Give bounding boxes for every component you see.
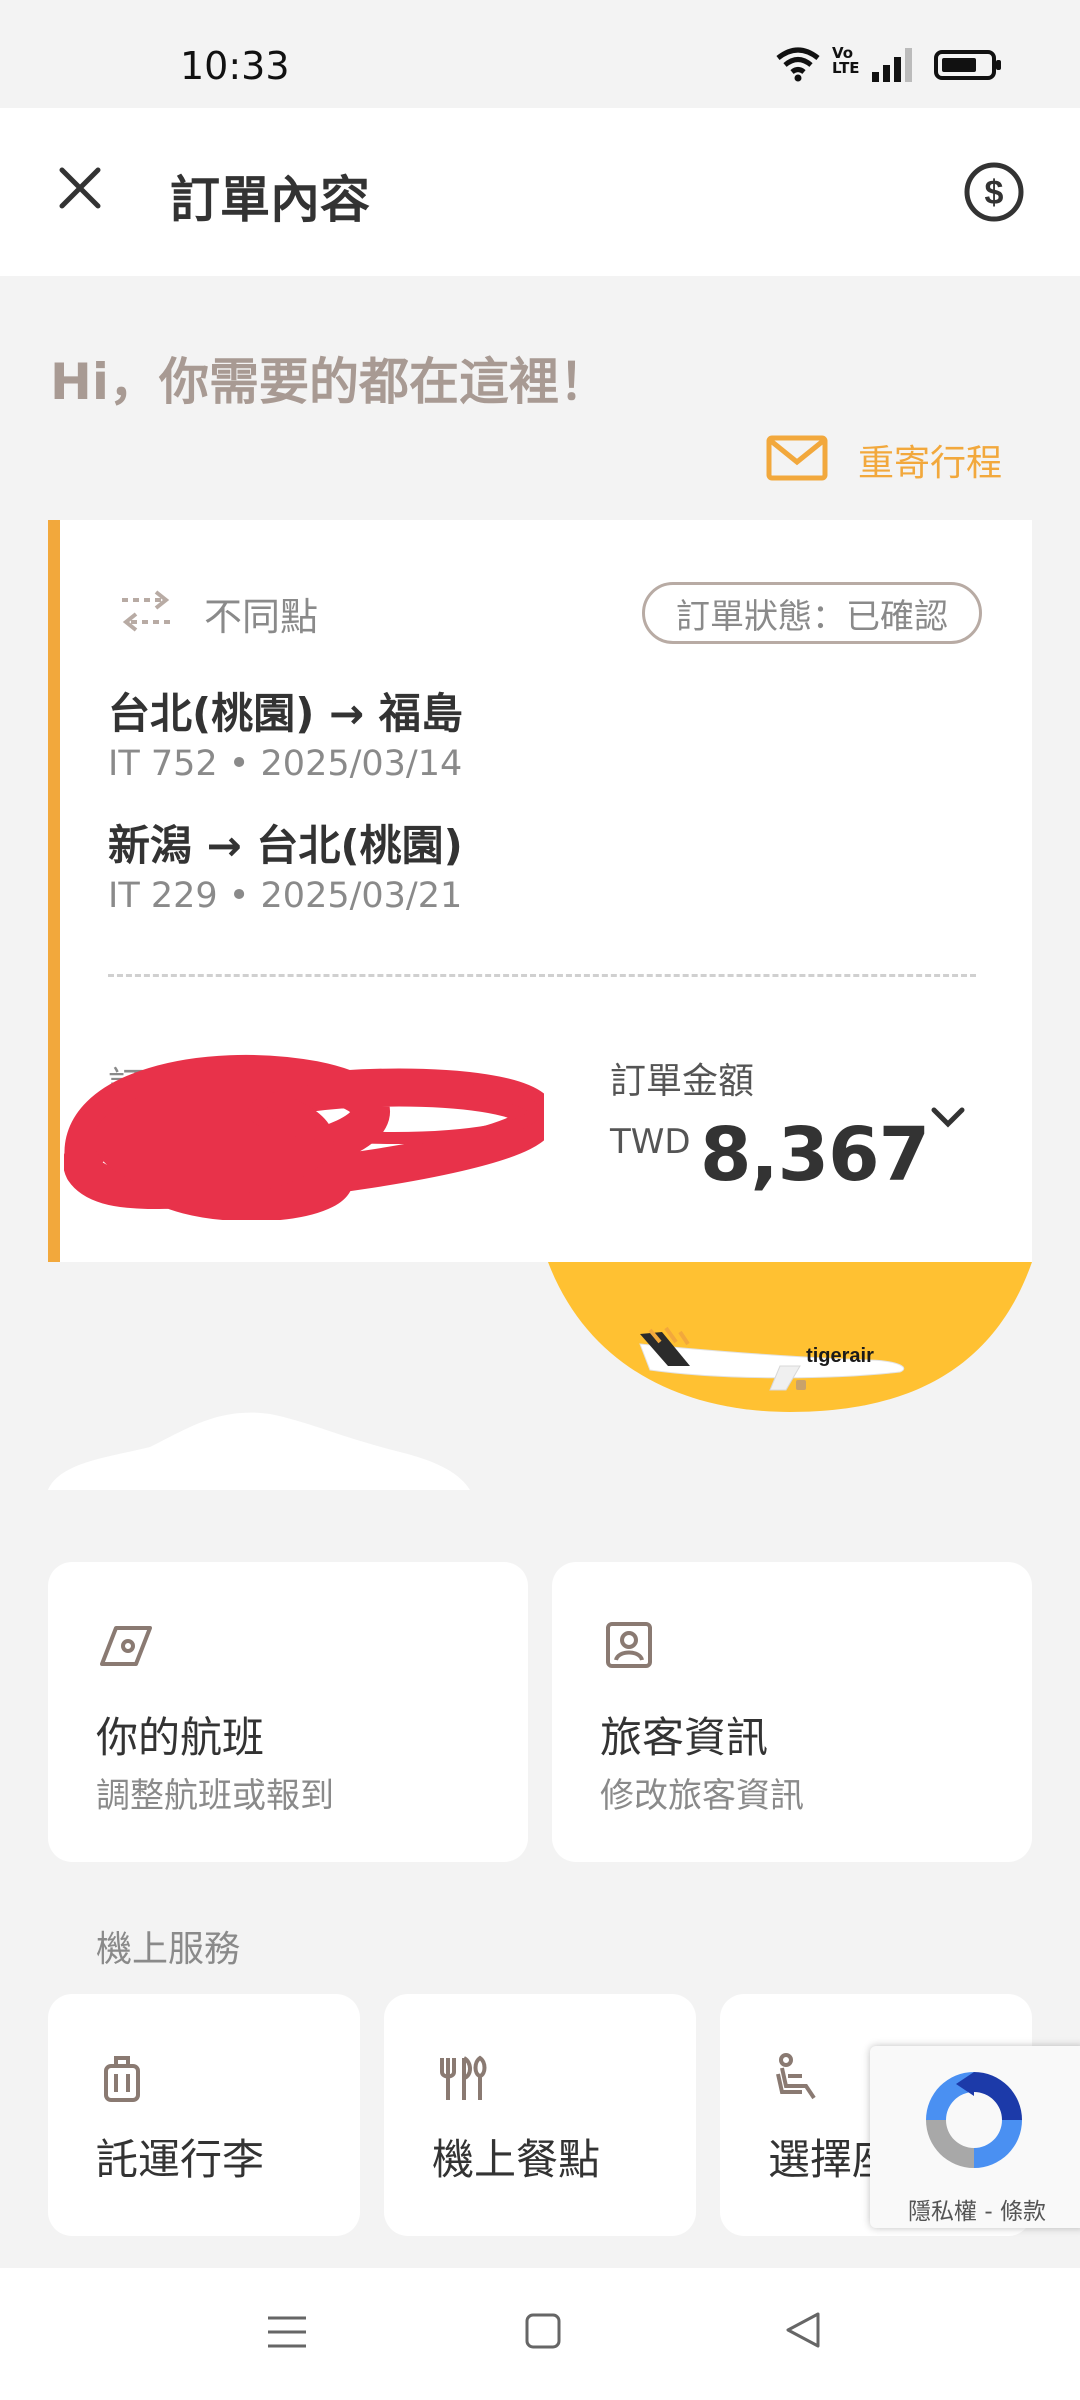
- cutlery-icon: [436, 2054, 488, 2106]
- trip-type-label: 不同點: [204, 595, 319, 639]
- volte-icon: Vo LTE: [832, 44, 860, 77]
- close-icon[interactable]: [56, 164, 104, 216]
- home-icon[interactable]: [524, 2312, 562, 2354]
- order-status-badge: 訂單狀態：已確認: [642, 582, 982, 644]
- tile-title: 機上餐點: [432, 2135, 601, 2184]
- ticket-icon: [98, 1622, 154, 1674]
- signal-icon: [872, 48, 920, 86]
- wifi-icon: [774, 46, 822, 86]
- currency-code: TWD: [610, 1122, 691, 1162]
- tile-subtitle: 修改旅客資訊: [600, 1776, 804, 1816]
- luggage-icon: [102, 2054, 142, 2108]
- tile-inflight-meal[interactable]: 機上餐點: [384, 1994, 696, 2236]
- system-nav-bar: [0, 2268, 1080, 2400]
- greeting-heading: Hi，你需要的都在這裡！: [50, 353, 609, 411]
- sun-plane-illustration: tigerair: [0, 1262, 1080, 1502]
- swap-arrows-icon: [118, 586, 174, 638]
- battery-icon: [934, 50, 1004, 84]
- resend-label: 重寄行程: [858, 443, 1003, 484]
- recaptcha-icon: [926, 2072, 1022, 2168]
- section-label-onboard: 機上服務: [96, 1929, 241, 1970]
- recaptcha-links[interactable]: 隱私權 - 條款: [870, 2192, 1080, 2226]
- order-amount: 8,367: [700, 1112, 930, 1198]
- mail-icon: [766, 435, 828, 485]
- tile-title: 旅客資訊: [600, 1713, 769, 1762]
- seat-icon: [772, 2052, 824, 2106]
- app-bar: [0, 108, 1080, 276]
- tile-your-flight[interactable]: 你的航班 調整航班或報到: [48, 1562, 528, 1862]
- flight-info-return: IT 229 • 2025/03/21: [108, 876, 463, 916]
- flight-info-outbound: IT 752 • 2025/03/14: [108, 744, 463, 784]
- passenger-icon: [604, 1620, 654, 1674]
- status-time: 10:33: [180, 44, 290, 88]
- svg-text:tigerair: tigerair: [806, 1345, 874, 1367]
- menu-icon[interactable]: [266, 2312, 308, 2356]
- back-icon[interactable]: [782, 2310, 822, 2354]
- flight-route-outbound: 台北(桃園) → 福島: [108, 689, 463, 738]
- card-divider: [108, 974, 976, 977]
- tile-title: 託運行李: [96, 2135, 265, 2184]
- page-title: 訂單內容: [170, 171, 370, 229]
- tile-title: 你的航班: [96, 1713, 265, 1762]
- flight-route-return: 新潟 → 台北(桃園): [108, 821, 463, 870]
- order-amount-label: 訂單金額: [610, 1061, 755, 1102]
- tile-checked-baggage[interactable]: 託運行李: [48, 1994, 360, 2236]
- redaction-scribble: [63, 1030, 557, 1224]
- chevron-down-icon[interactable]: [926, 1096, 970, 1144]
- tile-subtitle: 調整航班或報到: [96, 1776, 334, 1816]
- resend-itinerary-button[interactable]: 重寄行程: [766, 432, 1002, 488]
- currency-icon[interactable]: $: [962, 160, 1026, 228]
- svg-text:$: $: [985, 174, 1004, 212]
- tile-passenger-info[interactable]: 旅客資訊 修改旅客資訊: [552, 1562, 1032, 1862]
